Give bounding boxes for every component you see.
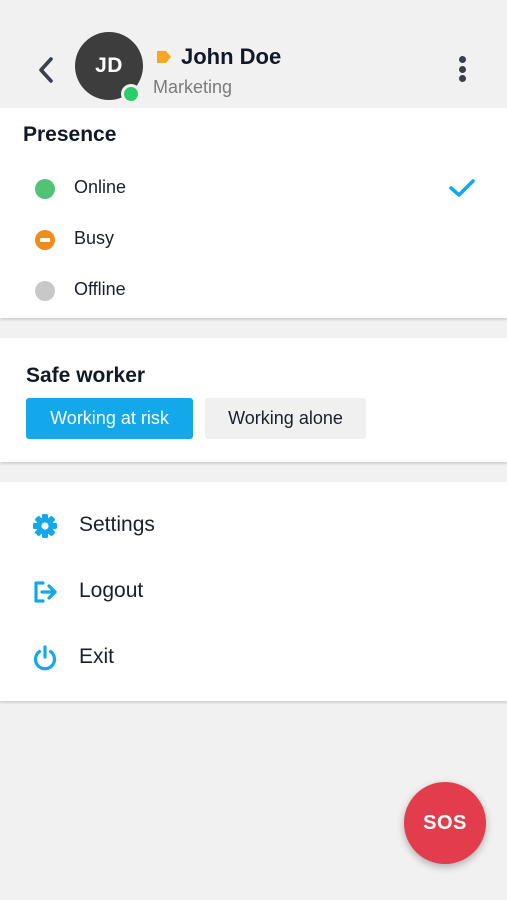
presence-section: Presence Online Busy Offline [0,108,507,318]
profile-header: JD John Doe Marketing [0,0,507,108]
user-department: Marketing [153,77,233,97]
presence-option-offline[interactable]: Offline [0,265,507,315]
menu-item-exit[interactable]: Exit [0,628,507,688]
working-alone-button[interactable]: Working alone [205,398,366,439]
chevron-left-icon [39,57,53,83]
busy-status-icon [35,230,55,250]
logout-icon [34,581,57,603]
online-status-indicator [121,84,141,104]
tag-icon [157,51,171,63]
menu-item-label: Logout [79,579,144,602]
back-button[interactable] [30,50,62,90]
user-name: John Doe [181,44,282,69]
working-at-risk-button[interactable]: Working at risk [26,398,193,439]
presence-title: Presence [23,123,117,146]
menu-item-label: Settings [79,513,155,536]
gear-icon [33,514,57,538]
offline-status-dot [35,281,55,301]
online-status-dot [35,179,55,199]
safe-worker-section: Safe worker Working at risk Working alon… [0,338,507,462]
actions-menu: Settings Logout Exit [0,482,507,701]
check-icon [449,179,475,197]
menu-item-logout[interactable]: Logout [0,562,507,622]
power-icon [33,645,57,671]
menu-item-label: Exit [79,645,115,668]
presence-option-online[interactable]: Online [0,163,507,213]
safe-worker-title: Safe worker [26,364,146,387]
menu-item-settings[interactable]: Settings [0,496,507,556]
sos-button[interactable]: SOS [404,782,486,864]
presence-option-busy[interactable]: Busy [0,214,507,264]
more-options-button[interactable] [448,52,476,86]
more-vertical-icon [458,56,466,63]
presence-label: Busy [74,228,115,248]
presence-label: Online [74,177,127,197]
presence-label: Offline [74,279,126,299]
